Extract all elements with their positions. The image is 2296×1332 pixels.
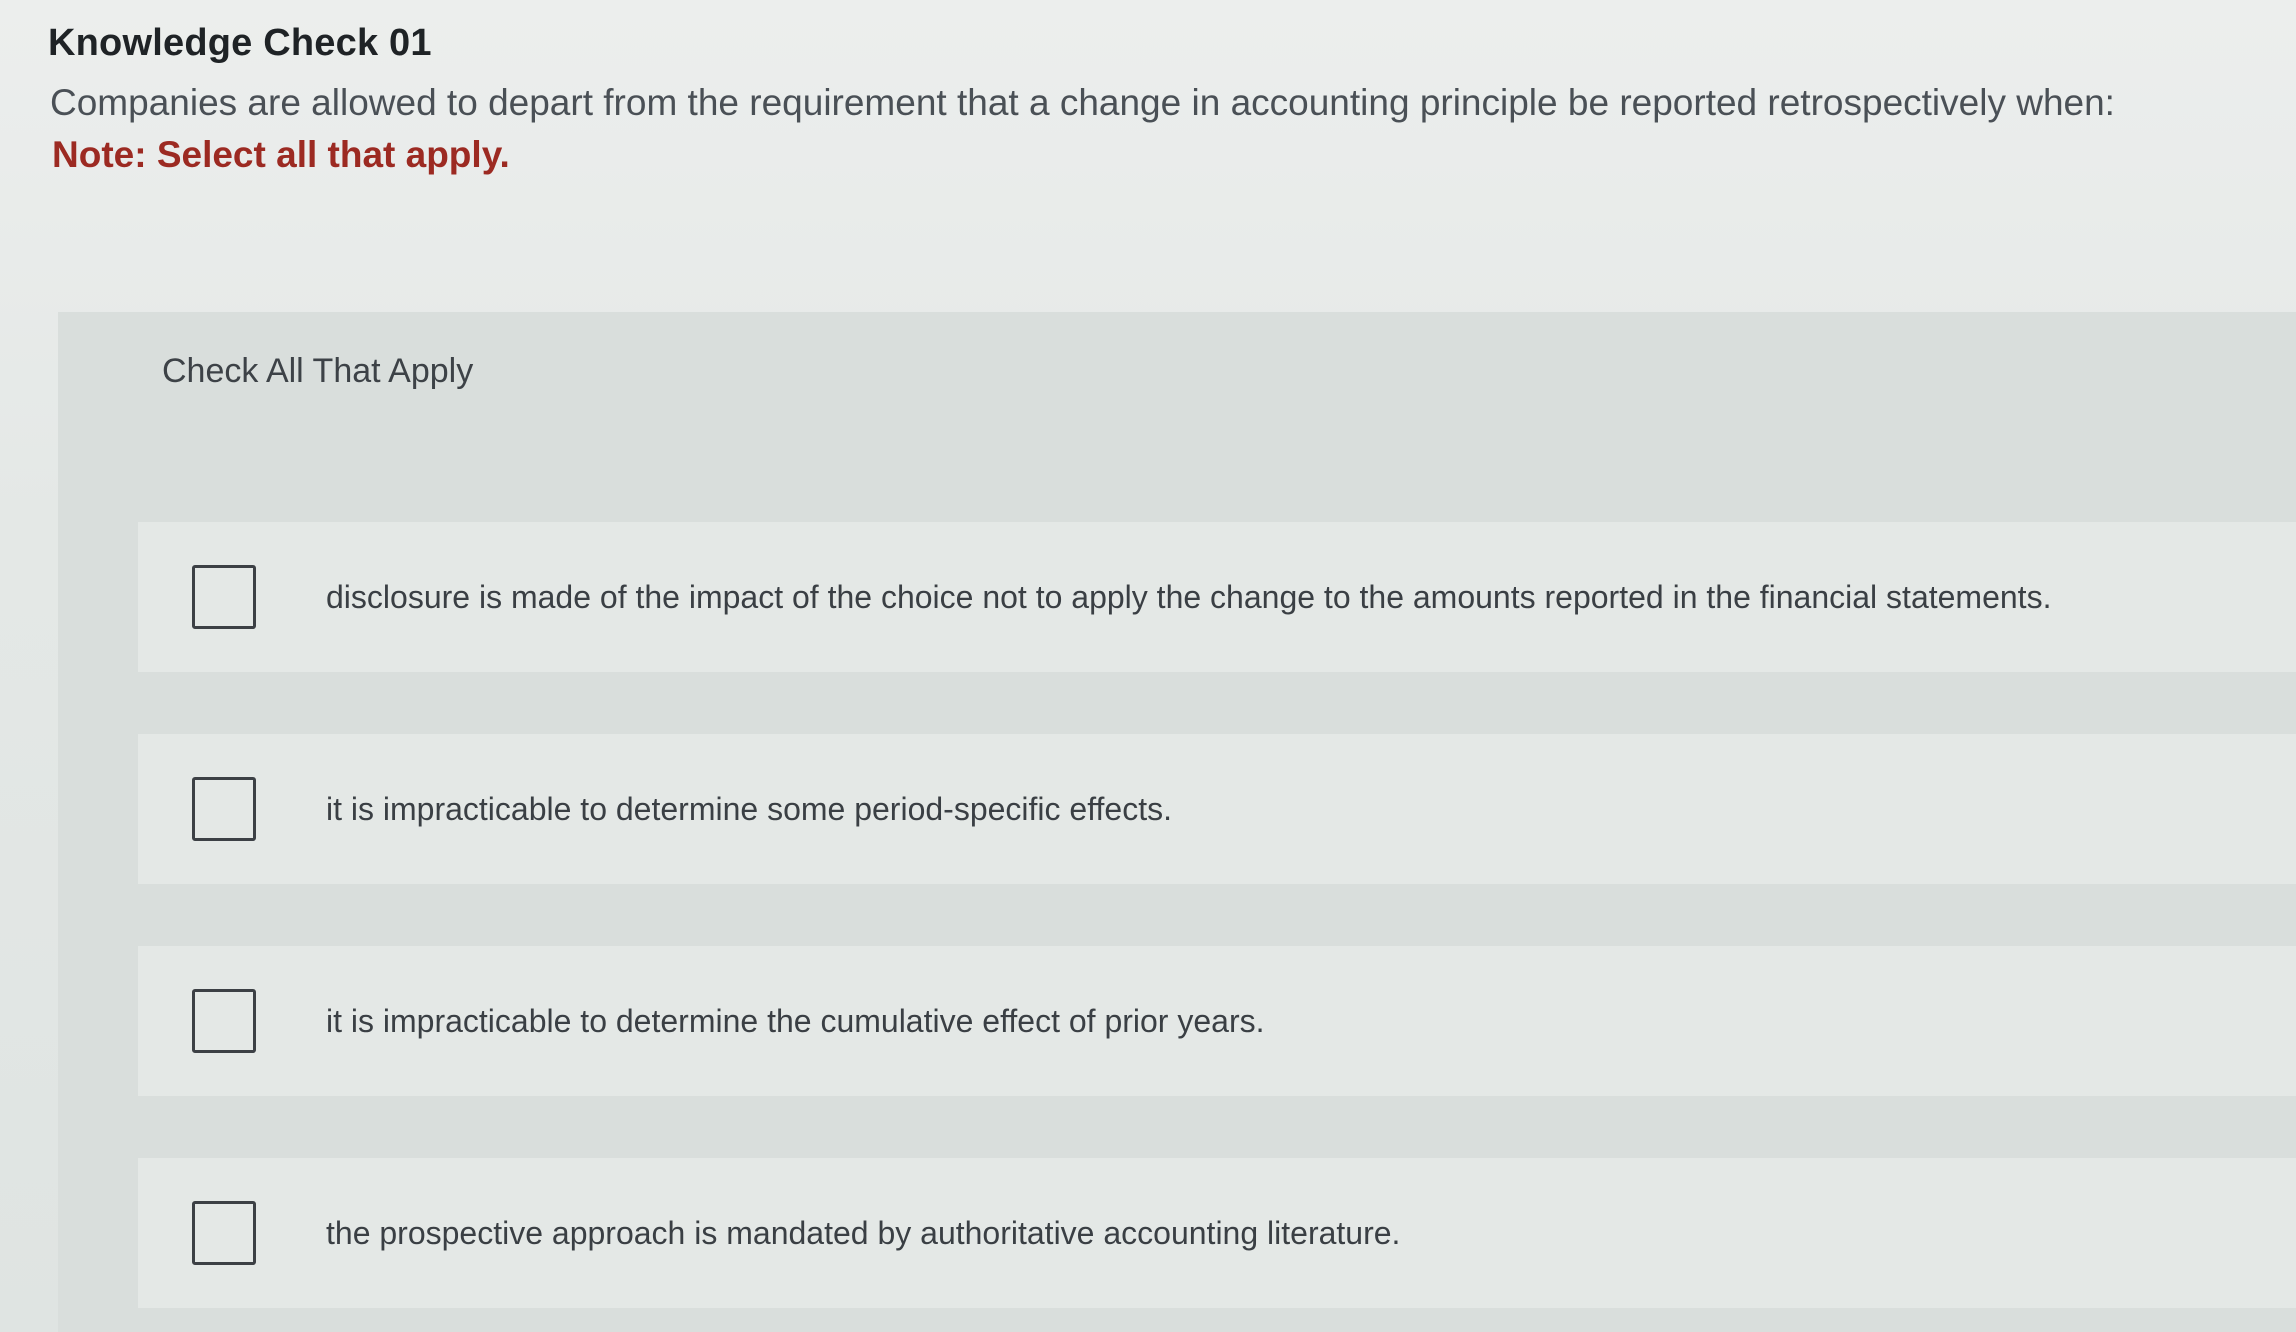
instruction-note: Note: Select all that apply.: [52, 134, 510, 175]
answer-panel: Check All That Apply disclosure is made …: [58, 312, 2296, 1332]
panel-heading: Check All That Apply: [162, 352, 474, 390]
option-item[interactable]: the prospective approach is mandated by …: [138, 1158, 2296, 1332]
option-label[interactable]: disclosure is made of the impact of the …: [326, 579, 2051, 616]
option-label[interactable]: it is impracticable to determine the cum…: [326, 1003, 1264, 1040]
option-row[interactable]: disclosure is made of the impact of the …: [138, 522, 2296, 672]
options-list: disclosure is made of the impact of the …: [138, 522, 2296, 1332]
option-item[interactable]: it is impracticable to determine the cum…: [138, 946, 2296, 1158]
page-title: Knowledge Check 01: [48, 22, 432, 64]
option-label[interactable]: it is impracticable to determine some pe…: [326, 791, 1172, 828]
option-checkbox[interactable]: [192, 565, 256, 629]
option-row[interactable]: the prospective approach is mandated by …: [138, 1158, 2296, 1308]
question-text: Companies are allowed to depart from the…: [50, 82, 2115, 123]
option-row[interactable]: it is impracticable to determine the cum…: [138, 946, 2296, 1096]
option-item[interactable]: disclosure is made of the impact of the …: [138, 522, 2296, 734]
option-checkbox[interactable]: [192, 989, 256, 1053]
option-row[interactable]: it is impracticable to determine some pe…: [138, 734, 2296, 884]
option-checkbox[interactable]: [192, 777, 256, 841]
knowledge-check-page: Knowledge Check 01 Companies are allowed…: [0, 0, 2296, 1332]
option-item[interactable]: it is impracticable to determine some pe…: [138, 734, 2296, 946]
option-checkbox[interactable]: [192, 1201, 256, 1265]
option-label[interactable]: the prospective approach is mandated by …: [326, 1215, 1400, 1252]
